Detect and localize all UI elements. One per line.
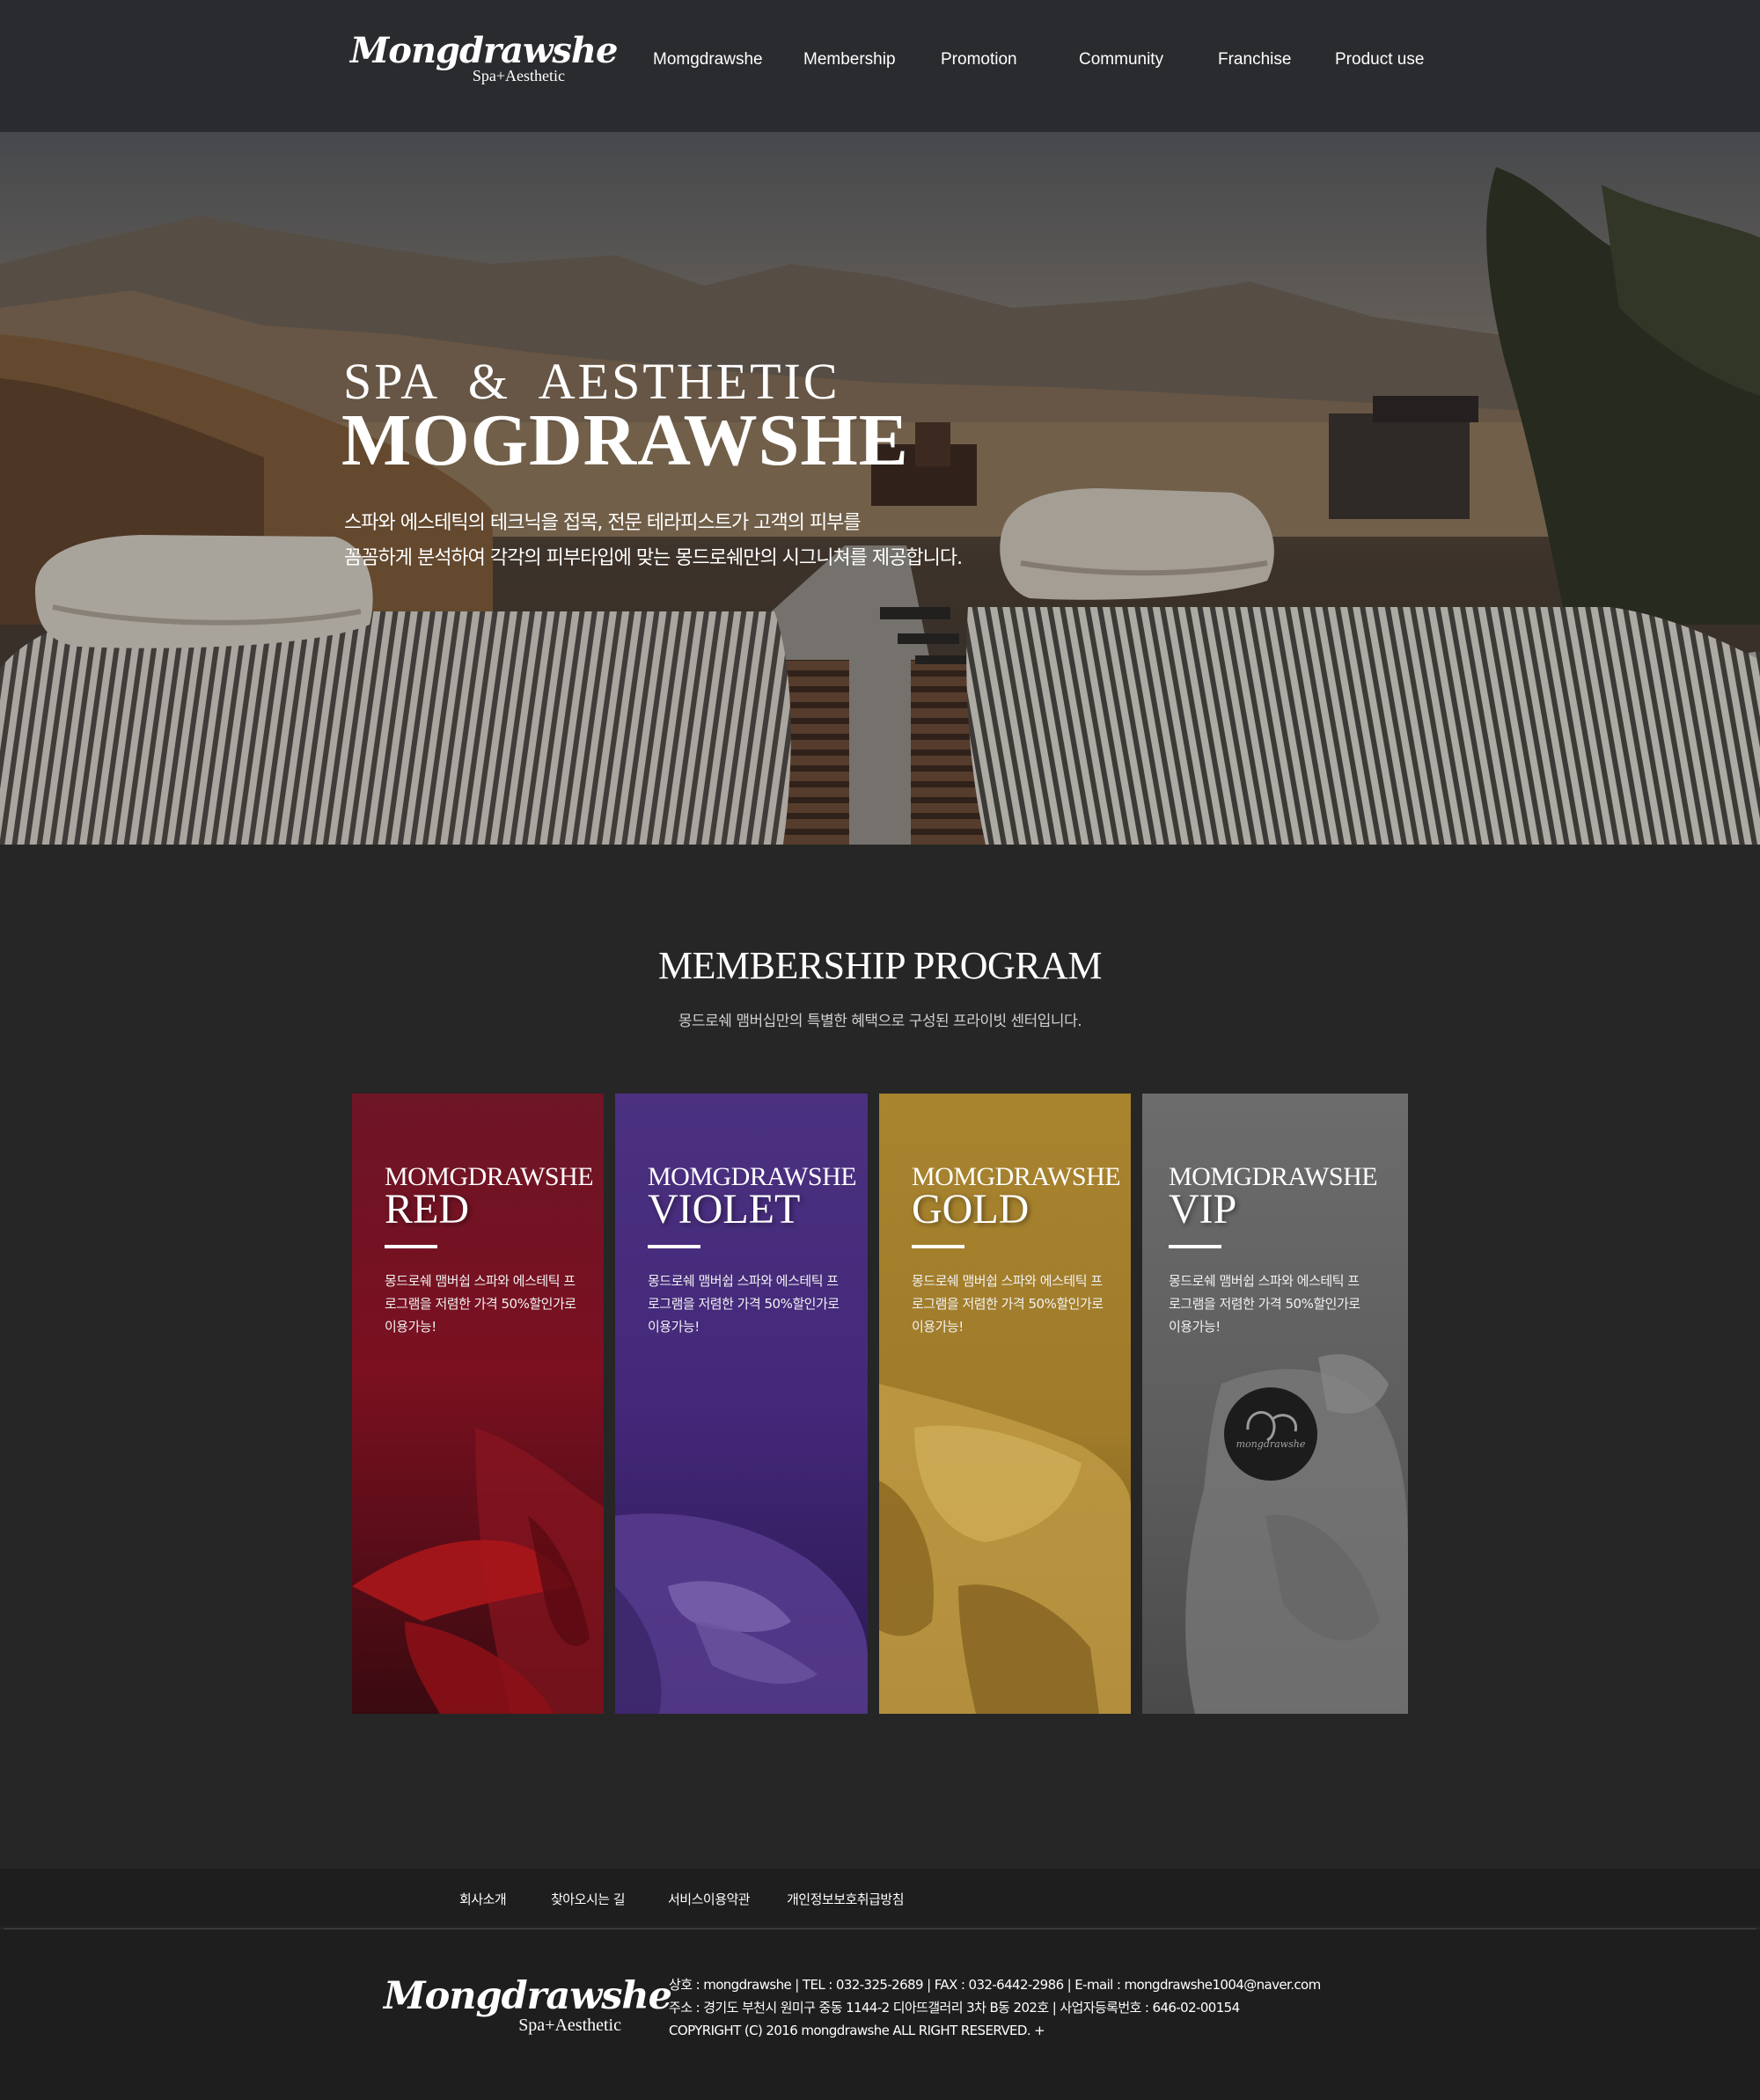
- membership-title: MEMBERSHIP PROGRAM: [657, 944, 1103, 987]
- card-divider: [1169, 1245, 1221, 1248]
- nav-franchise[interactable]: Franchise: [1218, 50, 1291, 70]
- footer-logo-tagline: Spa+Aesthetic: [518, 2016, 621, 2035]
- card-description: 몽드로쉐 맴버쉽 스파와 에스테틱 프 로그램을 저렴한 가격 50%할인가로 …: [385, 1270, 587, 1338]
- footer-link-privacy[interactable]: 개인정보보호취급방침: [787, 1890, 905, 1908]
- card-description-line-3: 이용가능!: [912, 1319, 964, 1335]
- membership-subtitle: 몽드로쉐 맴버십만의 특별한 혜택으로 구성된 프라이빗 센터입니다.: [678, 1013, 1082, 1030]
- footer-link-terms[interactable]: 서비스이용약관: [668, 1890, 751, 1908]
- footer-main: Mongdrawshe Spa+Aesthetic 상호 : mongdraws…: [0, 1929, 1760, 2100]
- card-tier: VIOLET: [648, 1186, 801, 1233]
- nav-product-use[interactable]: Product use: [1335, 50, 1424, 70]
- card-divider: [912, 1245, 964, 1248]
- vip-badge-text: mongdrawshe: [1236, 1438, 1306, 1450]
- footer-info-contact: 상호 : mongdrawshe | TEL : 032-325-2689 | …: [669, 1977, 1321, 1993]
- nav-momgdrawshe[interactable]: Momgdrawshe: [653, 50, 763, 70]
- membership-card-gold[interactable]: MOMGDRAWSHE GOLD 몽드로쉐 맴버쉽 스파와 에스테틱 프 로그램…: [879, 1094, 1131, 1714]
- card-description: 몽드로쉐 맴버쉽 스파와 에스테틱 프 로그램을 저렴한 가격 50%할인가로 …: [912, 1270, 1114, 1338]
- card-description-line-1: 몽드로쉐 맴버쉽 스파와 에스테틱 프: [1169, 1273, 1360, 1289]
- membership-card-violet[interactable]: MOMGDRAWSHE VIOLET 몽드로쉐 맴버쉽 스파와 에스테틱 프 로…: [615, 1094, 868, 1714]
- card-description-line-1: 몽드로쉐 맴버쉽 스파와 에스테틱 프: [648, 1273, 839, 1289]
- nav-community[interactable]: Community: [1079, 50, 1163, 70]
- site-header: Mongdrawshe Spa+Aesthetic Momgdrawshe Me…: [0, 0, 1760, 132]
- footer-link-company[interactable]: 회사소개: [459, 1890, 507, 1908]
- footer-logo[interactable]: Mongdrawshe Spa+Aesthetic: [384, 1974, 672, 2036]
- main-nav: Momgdrawshe Membership Promotion Communi…: [0, 50, 1760, 75]
- membership-card-red[interactable]: MOMGDRAWSHE RED 몽드로쉐 맴버쉽 스파와 에스테틱 프 로그램을…: [352, 1094, 604, 1714]
- hero-title: MOGDRAWSHE: [341, 399, 909, 481]
- vip-badge-circle: [1224, 1387, 1317, 1481]
- card-tier: RED: [385, 1186, 469, 1233]
- card-description-line-2: 로그램을 저렴한 가격 50%할인가로: [648, 1296, 840, 1312]
- footer-info-address: 주소 : 경기도 부천시 원미구 중동 1144-2 디아뜨갤러리 3차 B동 …: [669, 2000, 1240, 2016]
- hero-overlay: [0, 132, 1760, 845]
- nav-membership[interactable]: Membership: [803, 50, 896, 70]
- membership-card-vip[interactable]: mongdrawshe MOMGDRAWSHE VIP 몽드로쉐 맴버쉽 스파와…: [1142, 1094, 1408, 1714]
- card-description-line-1: 몽드로쉐 맴버쉽 스파와 에스테틱 프: [385, 1273, 576, 1289]
- card-description-line-3: 이용가능!: [1169, 1319, 1221, 1335]
- card-description-line-1: 몽드로쉐 맴버쉽 스파와 에스테틱 프: [912, 1273, 1103, 1289]
- hero-description-line-1: 스파와 에스테틱의 테크닉을 접목, 전문 테라피스트가 고객의 피부를: [344, 512, 862, 534]
- card-tier: VIP: [1169, 1186, 1237, 1233]
- nav-promotion[interactable]: Promotion: [941, 50, 1017, 70]
- card-description-line-3: 이용가능!: [385, 1319, 436, 1335]
- footer-links-bar: 회사소개 찾아오시는 길 서비스이용약관 개인정보보호취급방침: [0, 1869, 1760, 1927]
- card-description: 몽드로쉐 맴버쉽 스파와 에스테틱 프 로그램을 저렴한 가격 50%할인가로 …: [648, 1270, 850, 1338]
- card-divider: [385, 1245, 437, 1248]
- card-description-line-2: 로그램을 저렴한 가격 50%할인가로: [912, 1296, 1104, 1312]
- card-description-line-2: 로그램을 저렴한 가격 50%할인가로: [1169, 1296, 1360, 1312]
- hero-description-line-2: 꼼꼼하게 분석하여 각각의 피부타입에 맞는 몽드로쉐만의 시그니쳐를 제공합니…: [344, 547, 963, 569]
- card-description-line-2: 로그램을 저렴한 가격 50%할인가로: [385, 1296, 576, 1312]
- footer-company-info: 상호 : mongdrawshe | TEL : 032-325-2689 | …: [669, 1973, 1321, 2042]
- hero-banner: SPA & AESTHETIC MOGDRAWSHE 스파와 에스테틱의 테크닉…: [0, 132, 1760, 845]
- hero-description: 스파와 에스테틱의 테크닉을 접목, 전문 테라피스트가 고객의 피부를 꼼꼼하…: [344, 506, 963, 576]
- card-description: 몽드로쉐 맴버쉽 스파와 에스테틱 프 로그램을 저렴한 가격 50%할인가로 …: [1169, 1270, 1371, 1338]
- footer-link-directions[interactable]: 찾아오시는 길: [551, 1890, 626, 1908]
- card-description-line-3: 이용가능!: [648, 1319, 700, 1335]
- footer-logo-script: Mongdrawshe: [384, 1974, 672, 2018]
- card-divider: [648, 1245, 700, 1248]
- footer-copyright: COPYRIGHT (C) 2016 mongdrawshe ALL RIGHT…: [669, 2023, 1045, 2038]
- card-tier: GOLD: [912, 1186, 1030, 1233]
